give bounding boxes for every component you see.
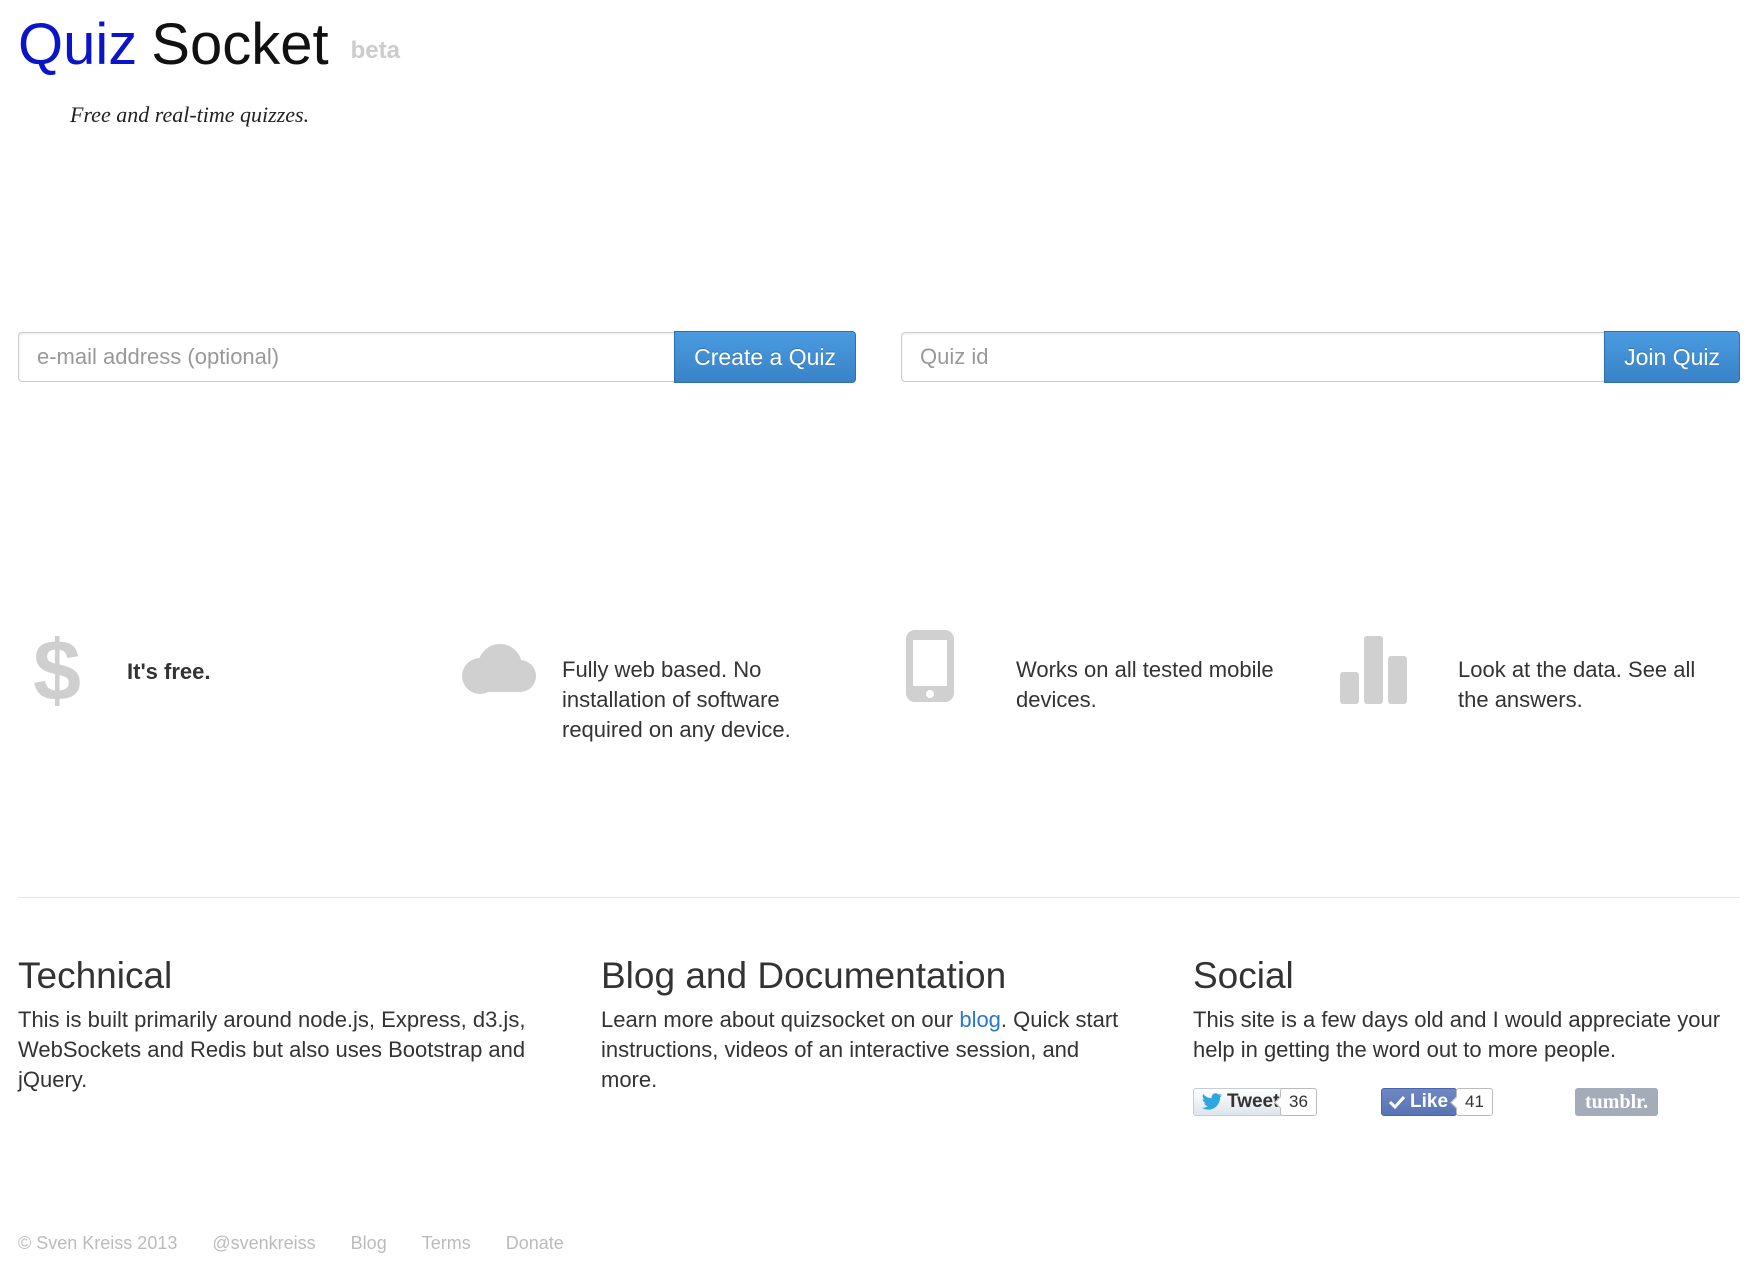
section-body: Learn more about quizsocket on our blog.… xyxy=(601,1005,1131,1095)
brand-word-socket: Socket xyxy=(151,12,329,77)
feature-web-based: Fully web based. No installation of soft… xyxy=(458,628,888,748)
like-label: Like xyxy=(1410,1091,1449,1112)
blog-section: Blog and Documentation Learn more about … xyxy=(601,952,1131,1095)
like-count: 41 xyxy=(1456,1088,1493,1116)
email-input[interactable] xyxy=(18,332,675,382)
social-widgets: Tweet 36 Like 41 tumblr. xyxy=(1193,1088,1733,1118)
tagline: Free and real-time quizzes. xyxy=(70,102,310,127)
svg-text:$: $ xyxy=(33,630,81,706)
section-title: Social xyxy=(1193,955,1294,996)
page-footer: © Sven Kreiss 2013 @svenkreiss Blog Term… xyxy=(18,1233,599,1254)
feature-data: Look at the data. See all the answers. xyxy=(1338,628,1752,748)
feature-mobile: Works on all tested mobile devices. xyxy=(898,628,1328,748)
section-body: This is built primarily around node.js, … xyxy=(18,1007,526,1092)
join-quiz-form: Join Quiz xyxy=(901,331,1740,383)
feature-text: Works on all tested mobile devices. xyxy=(1016,657,1274,712)
twitter-bird-icon xyxy=(1201,1093,1223,1110)
like-button[interactable]: Like xyxy=(1381,1088,1458,1116)
tweet-count: 36 xyxy=(1280,1088,1317,1116)
site-header: Quiz Socket beta Free and real-time quizze… xyxy=(18,12,400,128)
bar-chart-icon xyxy=(1338,634,1410,709)
join-quiz-button[interactable]: Join Quiz xyxy=(1604,331,1740,383)
technical-section: Technical This is built primarily around… xyxy=(18,952,548,1095)
quiz-id-input[interactable] xyxy=(901,332,1605,382)
features-row: $ It's free. Fully web based. No install… xyxy=(18,623,1740,748)
brand-word-quiz: Quiz xyxy=(18,12,138,77)
section-title: Blog and Documentation xyxy=(601,955,1007,996)
create-quiz-button[interactable]: Create a Quiz xyxy=(674,331,856,383)
brand-logo[interactable]: Quiz Socket beta xyxy=(18,12,400,84)
checkmark-icon xyxy=(1388,1095,1406,1110)
cloud-icon xyxy=(458,642,538,701)
dollar-icon: $ xyxy=(32,623,82,719)
copyright: © Sven Kreiss 2013 xyxy=(18,1233,178,1253)
mobile-phone-icon xyxy=(904,628,956,709)
blog-link[interactable]: blog xyxy=(959,1007,1001,1032)
section-body: This site is a few days old and I would … xyxy=(1193,1007,1721,1062)
footer-link-donate[interactable]: Donate xyxy=(506,1233,564,1254)
footer-link-twitter[interactable]: @svenkreiss xyxy=(212,1233,315,1254)
beta-badge: beta xyxy=(350,37,400,64)
footer-link-terms[interactable]: Terms xyxy=(422,1233,471,1254)
feature-text: Fully web based. No installation of soft… xyxy=(562,657,791,742)
section-title: Technical xyxy=(18,955,173,996)
tumblr-button[interactable]: tumblr. xyxy=(1575,1088,1659,1116)
feature-text: It's free. xyxy=(127,659,211,684)
body-text: Learn more about quizsocket on our xyxy=(601,1007,960,1032)
section-divider xyxy=(18,897,1740,898)
feature-free: $ It's free. xyxy=(18,623,448,748)
feature-text: Look at the data. See all the answers. xyxy=(1458,657,1696,712)
footer-link-blog[interactable]: Blog xyxy=(351,1233,387,1254)
social-section: Social This site is a few days old and I… xyxy=(1193,952,1743,1065)
create-quiz-form: Create a Quiz xyxy=(18,331,856,383)
tweet-label: Tweet xyxy=(1227,1091,1280,1112)
